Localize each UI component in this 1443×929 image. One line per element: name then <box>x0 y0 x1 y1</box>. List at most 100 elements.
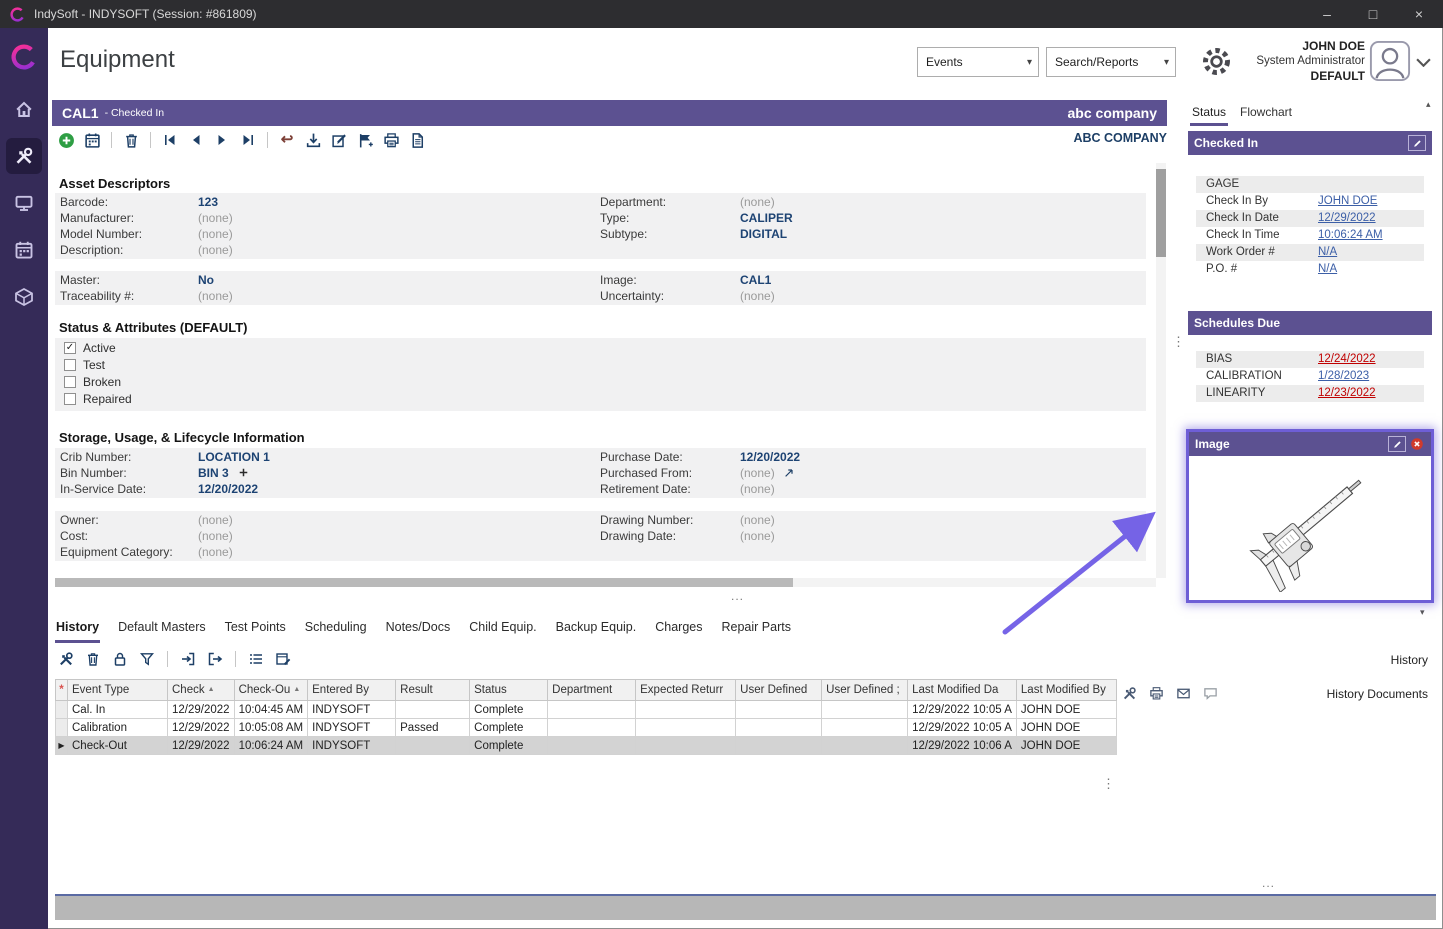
checkbox-broken[interactable] <box>64 376 76 388</box>
tab-history[interactable]: History <box>55 616 100 643</box>
column-header-last-modified-by[interactable]: Last Modified By <box>1016 680 1116 701</box>
table-cell[interactable]: Cal. In <box>68 701 168 719</box>
tab-repair-parts[interactable]: Repair Parts <box>720 616 791 643</box>
checkbox-test[interactable] <box>64 359 76 371</box>
tab-charges[interactable]: Charges <box>654 616 703 643</box>
events-dropdown[interactable]: Events▾ <box>917 47 1039 77</box>
close-button[interactable]: × <box>1396 0 1442 28</box>
checkbox-repaired[interactable] <box>64 393 76 405</box>
table-cell[interactable] <box>396 737 470 755</box>
po-number-link[interactable]: N/A <box>1318 261 1337 278</box>
tab-test-points[interactable]: Test Points <box>224 616 287 643</box>
user-menu-chevron-icon[interactable] <box>1416 54 1431 72</box>
table-cell[interactable] <box>736 701 822 719</box>
lock-button[interactable] <box>110 649 130 669</box>
details-list-button[interactable] <box>246 649 266 669</box>
schedule-date-link[interactable]: 12/24/2022 <box>1318 351 1376 368</box>
print-button[interactable] <box>381 130 401 150</box>
doc-comment-button[interactable] <box>1201 684 1219 702</box>
lookup-icon[interactable] <box>783 467 795 482</box>
previous-record-button[interactable] <box>186 130 206 150</box>
table-cell[interactable]: Passed <box>396 719 470 737</box>
table-cell[interactable]: 12/29/2022 <box>168 701 235 719</box>
column-header-department[interactable]: Department <box>548 680 636 701</box>
schedule-date-link[interactable]: 12/23/2022 <box>1318 385 1376 402</box>
doc-tools-button[interactable] <box>1120 684 1138 702</box>
company-link[interactable]: ABC COMPANY <box>1073 131 1167 145</box>
flag-button[interactable] <box>355 130 375 150</box>
table-cell[interactable]: Complete <box>470 701 548 719</box>
table-cell[interactable]: 12/29/2022 10:05 A <box>908 719 1017 737</box>
scroll-up-icon[interactable]: ▴ <box>1426 99 1431 110</box>
table-cell[interactable]: Calibration <box>68 719 168 737</box>
table-cell[interactable]: INDYSOFT <box>308 737 396 755</box>
table-cell[interactable] <box>636 701 736 719</box>
tab-default-masters[interactable]: Default Masters <box>117 616 207 643</box>
table-cell[interactable]: 10:04:45 AM <box>234 701 308 719</box>
history-row[interactable]: Cal. In12/29/202210:04:45 AMINDYSOFTComp… <box>56 701 1117 719</box>
bottom-splitter-handle[interactable]: ... <box>1262 876 1275 890</box>
last-record-button[interactable] <box>238 130 258 150</box>
check-in-by-link[interactable]: JOHN DOE <box>1318 193 1377 210</box>
check-in-button[interactable] <box>178 649 198 669</box>
table-cell[interactable] <box>548 719 636 737</box>
column-header-entered-by[interactable]: Entered By <box>308 680 396 701</box>
schedule-event-button[interactable] <box>273 649 293 669</box>
table-cell[interactable]: 12/29/2022 <box>168 719 235 737</box>
sidebar-item-inventory[interactable] <box>6 279 42 315</box>
delete-history-button[interactable] <box>83 649 103 669</box>
tab-status[interactable]: Status <box>1190 103 1228 126</box>
delete-image-button[interactable] <box>1409 436 1425 452</box>
table-cell[interactable]: JOHN DOE <box>1016 719 1116 737</box>
vertical-splitter-handle[interactable]: ⋮ <box>1172 334 1186 350</box>
tab-notes-docs[interactable]: Notes/Docs <box>385 616 452 643</box>
table-cell[interactable]: 12/29/2022 <box>168 737 235 755</box>
table-cell[interactable]: 10:06:24 AM <box>234 737 308 755</box>
doc-print-button[interactable] <box>1147 684 1165 702</box>
maximize-button[interactable]: □ <box>1350 0 1396 28</box>
edit-status-button[interactable] <box>1408 135 1426 151</box>
history-row[interactable]: Calibration12/29/202210:05:08 AMINDYSOFT… <box>56 719 1117 737</box>
column-header-user-defined[interactable]: User Defined <box>736 680 822 701</box>
edit-record-button[interactable] <box>329 130 349 150</box>
history-row[interactable]: ▶Check-Out12/29/202210:06:24 AMINDYSOFTC… <box>56 737 1117 755</box>
tab-flowchart[interactable]: Flowchart <box>1238 103 1294 123</box>
column-header-last-modified-da[interactable]: Last Modified Da <box>908 680 1017 701</box>
next-record-button[interactable] <box>212 130 232 150</box>
horizontal-splitter-handle[interactable]: ... <box>731 589 744 603</box>
table-cell[interactable] <box>396 701 470 719</box>
table-cell[interactable] <box>548 737 636 755</box>
schedule-date-link[interactable]: 1/28/2023 <box>1318 368 1369 385</box>
column-header-check[interactable]: Check▲ <box>168 680 235 701</box>
report-button[interactable] <box>407 130 427 150</box>
check-in-date-link[interactable]: 12/29/2022 <box>1318 210 1376 227</box>
checkbox-active[interactable]: ✓ <box>64 342 76 354</box>
tools-button[interactable] <box>56 649 76 669</box>
column-header-result[interactable]: Result <box>396 680 470 701</box>
doc-email-button[interactable] <box>1174 684 1192 702</box>
sidebar-item-devices[interactable] <box>6 185 42 221</box>
table-cell[interactable] <box>636 719 736 737</box>
table-cell[interactable] <box>822 737 908 755</box>
tab-child-equip[interactable]: Child Equip. <box>468 616 537 643</box>
first-record-button[interactable] <box>160 130 180 150</box>
table-cell[interactable]: 12/29/2022 10:05 A <box>908 701 1017 719</box>
column-header-user-defined[interactable]: User Defined ; <box>822 680 908 701</box>
scroll-down-icon[interactable]: ▾ <box>1420 607 1425 618</box>
table-cell[interactable]: INDYSOFT <box>308 719 396 737</box>
form-vertical-scrollbar[interactable] <box>1156 163 1166 578</box>
avatar[interactable] <box>1369 40 1411 87</box>
check-out-button[interactable] <box>205 649 225 669</box>
table-cell[interactable]: 12/29/2022 10:06 A <box>908 737 1017 755</box>
schedule-button[interactable] <box>82 130 102 150</box>
check-in-time-link[interactable]: 10:06:24 AM <box>1318 227 1383 244</box>
column-header-event-type[interactable]: Event Type <box>68 680 168 701</box>
sidebar-item-equipment[interactable] <box>6 138 42 174</box>
table-cell[interactable]: Complete <box>470 719 548 737</box>
add-button[interactable] <box>56 130 76 150</box>
sidebar-item-home[interactable] <box>6 91 42 127</box>
filter-button[interactable] <box>137 649 157 669</box>
table-cell[interactable]: 10:05:08 AM <box>234 719 308 737</box>
minimize-button[interactable]: – <box>1304 0 1350 28</box>
table-cell[interactable] <box>736 719 822 737</box>
